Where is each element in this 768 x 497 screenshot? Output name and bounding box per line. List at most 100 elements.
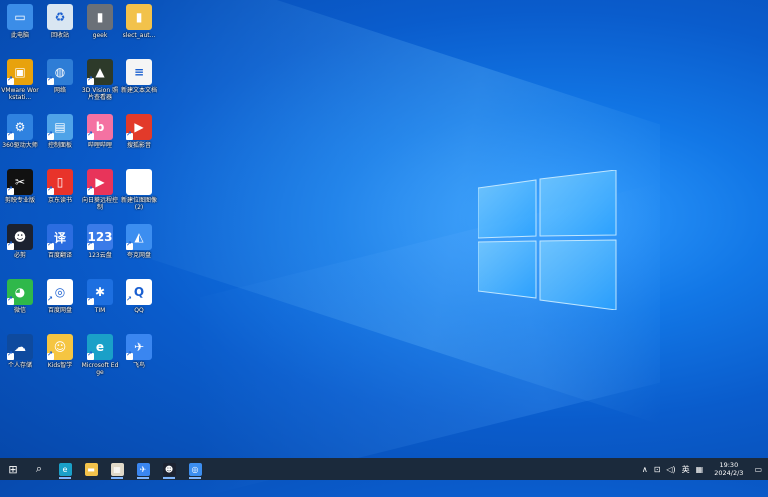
desktop-icon-baidu-netdisk[interactable]: ◎ 百度网盘 — [40, 279, 80, 314]
desktop-icon-label: 网络 — [53, 87, 66, 94]
desktop-icon-wechat[interactable]: ◕ 微信 — [0, 279, 40, 314]
shortcut-arrow-icon — [87, 295, 94, 305]
volume-icon[interactable]: ◁) — [666, 465, 675, 474]
tim-icon: ✱ — [87, 279, 113, 305]
taskbar-start-button[interactable]: ⊞ — [0, 458, 26, 480]
desktop-icon-vmware[interactable]: ▣ VMware Workstati... — [0, 59, 40, 101]
network-icon[interactable]: ⊡ — [654, 465, 661, 474]
desktop-icon-bilibili[interactable]: b 哔哩哔哩 — [80, 114, 120, 149]
desktop-icon-123pan[interactable]: 123 123云盘 — [80, 224, 120, 259]
shortcut-arrow-icon — [87, 240, 94, 250]
desktop-icon-label: 飞鸟 — [132, 362, 145, 369]
bilibili-icon: b — [87, 114, 113, 140]
store-icon: ▦ — [110, 462, 124, 476]
desktop-icon-sohu-video[interactable]: ▶ 搜狐影音 — [119, 114, 159, 149]
capcut-icon: ✂ — [7, 169, 33, 195]
shortcut-arrow-icon — [7, 75, 14, 85]
notification-icon[interactable]: ▭ — [754, 465, 762, 474]
shortcut-arrow-icon — [126, 130, 133, 140]
desktop-icon-qq[interactable]: QQQ — [119, 279, 159, 314]
desktop-icon-label: 3D Vision 照片查看器 — [81, 87, 119, 101]
shortcut-arrow-icon — [126, 240, 133, 250]
desktop-icon-network[interactable]: ◍ 网络 — [40, 59, 80, 94]
baidu-netdisk-icon: ◎ — [47, 279, 73, 305]
desktop-icon-recycle-bin[interactable]: ♻ 回收站 — [40, 4, 80, 39]
recycle-bin-icon: ♻ — [47, 4, 73, 30]
clock[interactable]: 19:30 2024/2/3 — [714, 461, 743, 477]
new-text-doc-icon: ≡ — [126, 59, 152, 85]
kugou-icon: ☺ — [47, 334, 73, 360]
360-driver-icon: ⚙ — [7, 114, 33, 140]
taskbar-store-button[interactable]: ▦ — [104, 458, 130, 480]
shortcut-arrow-icon — [47, 295, 54, 305]
baidu-netdisk-icon: ◎ — [188, 462, 202, 476]
jd-reader-icon: ▯ — [47, 169, 73, 195]
desktop-icon-bijian[interactable]: ☻ 必剪 — [0, 224, 40, 259]
feishu-icon: ✈ — [126, 334, 152, 360]
3d-vision-icon: ▲ — [87, 59, 113, 85]
desktop-icon-label: 京东读书 — [47, 197, 72, 204]
edge-icon: e — [87, 334, 113, 360]
ime-indicator[interactable]: 英 — [682, 464, 690, 475]
bijian-icon: ☻ — [162, 462, 176, 476]
shortcut-arrow-icon — [47, 185, 54, 195]
desktop-icon-control-panel[interactable]: ▤ 控制面板 — [40, 114, 80, 149]
desktop-icon-label: 360驱动大师 — [2, 142, 38, 149]
desktop-icon-capcut[interactable]: ✂ 剪映专业版 — [0, 169, 40, 204]
todesk-icon: ▶ — [87, 169, 113, 195]
desktop-icon-baidu-translate[interactable]: 译百度翻译 — [40, 224, 80, 259]
wechat-icon: ◕ — [7, 279, 33, 305]
desktop-icon-3d-vision[interactable]: ▲ 3D Vision 照片查看器 — [80, 59, 120, 101]
shortcut-arrow-icon — [87, 75, 94, 85]
123pan-icon: 123 — [87, 224, 113, 250]
sohu-video-icon: ▶ — [126, 114, 152, 140]
taskbar-search-button[interactable]: ⌕ — [26, 458, 52, 480]
shortcut-arrow-icon — [7, 185, 14, 195]
taskbar-feishu-button[interactable]: ✈ — [130, 458, 156, 480]
desktop-icon-tim[interactable]: ✱ TIM — [80, 279, 120, 314]
taskbar-baidu-netdisk-button[interactable]: ◎ — [182, 458, 208, 480]
desktop-icon-aliyun-drive[interactable]: ◭ 夸克网盘 — [119, 224, 159, 259]
desktop-icon-label: 百度网盘 — [47, 307, 72, 314]
desktop-icon-feishu[interactable]: ✈ 飞鸟 — [119, 334, 159, 369]
desktop-icon-kugou[interactable]: ☺ Kids智学 — [40, 334, 80, 369]
shortcut-arrow-icon — [126, 295, 133, 305]
desktop-icon-jd-reader[interactable]: ▯ 京东读书 — [40, 169, 80, 204]
edge-icon: e — [58, 462, 72, 476]
taskbar-edge-button[interactable]: e — [52, 458, 78, 480]
desktop-icon-select-auto[interactable]: ▮ slect_aut... — [119, 4, 159, 39]
desktop-icon-edge[interactable]: e Microsoft Edge — [80, 334, 120, 376]
desktop-icon-label: QQ — [134, 307, 144, 314]
taskbar: ⊞ ⌕ e ▬ ▦ ✈ ☻ ◎ ∧ ⊡ ◁) 英 ▦ 19:30 2024/2/3 ▭ — [0, 458, 768, 480]
desktop-icon-personal-cloud[interactable]: ☁ 个人存储 — [0, 334, 40, 369]
bijian-icon: ☻ — [7, 224, 33, 250]
desktop-icon-360-driver[interactable]: ⚙ 360驱动大师 — [0, 114, 40, 149]
shortcut-arrow-icon — [7, 240, 14, 250]
desktop-icon-todesk[interactable]: ▶ 向日葵远程控制 — [80, 169, 120, 211]
desktop-icon-label: 搜狐影音 — [126, 142, 151, 149]
desktop-icon-new-text-doc[interactable]: ≡ 新建文本文档 — [119, 59, 159, 94]
desktop-icon-label: Microsoft Edge — [81, 362, 119, 376]
chevron-up-icon[interactable]: ∧ — [642, 465, 648, 474]
select-auto-icon: ▮ — [126, 4, 152, 30]
desktop-icon-label: 控制面板 — [47, 142, 72, 149]
new-bmp-icon — [126, 169, 152, 195]
keyboard-icon[interactable]: ▦ — [696, 465, 704, 474]
desktop-icon-geek[interactable]: ▮ geek — [80, 4, 120, 39]
desktop-icon-this-pc[interactable]: ▭ 此电脑 — [0, 4, 40, 39]
desktop-icon-label: 向日葵远程控制 — [81, 197, 118, 211]
desktop-icon-label: Kids智学 — [47, 362, 73, 369]
shortcut-arrow-icon — [7, 295, 14, 305]
vmware-icon: ▣ — [7, 59, 33, 85]
taskbar-file-explorer-button[interactable]: ▬ — [78, 458, 104, 480]
desktop-icon-label: 123云盘 — [88, 252, 112, 259]
shortcut-arrow-icon — [87, 350, 94, 360]
shortcut-arrow-icon — [7, 130, 14, 140]
clock-time: 19:30 — [719, 461, 739, 469]
desktop-icon-label: 必剪 — [13, 252, 26, 259]
baidu-translate-icon: 译 — [47, 224, 73, 250]
taskbar-bijian-button[interactable]: ☻ — [156, 458, 182, 480]
desktop-icon-new-bmp[interactable]: 新建位图图像 (2) — [119, 169, 159, 211]
this-pc-icon: ▭ — [7, 4, 33, 30]
desktop-icon-label: slect_aut... — [122, 32, 156, 39]
